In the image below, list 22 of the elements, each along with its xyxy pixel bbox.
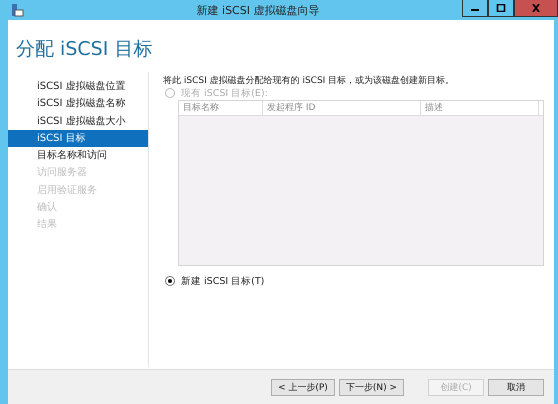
- wizard-button[interactable]: 下一步(N) >: [338, 378, 404, 396]
- wizard-step[interactable]: iSCSI 目标: [8, 130, 148, 148]
- column-header[interactable]: 描述: [421, 101, 539, 115]
- wizard-step[interactable]: iSCSI 虚拟磁盘名称: [8, 95, 148, 113]
- wizard-button[interactable]: < 上一步(P): [270, 378, 335, 396]
- close-icon: [531, 4, 541, 12]
- maximize-icon: [496, 4, 506, 12]
- close-button[interactable]: [514, 0, 558, 17]
- wizard-button[interactable]: 取消: [488, 378, 544, 396]
- wizard-step[interactable]: 目标名称和访问: [8, 147, 148, 164]
- page-title: 分配 iSCSI 目标: [15, 37, 154, 62]
- wizard-step[interactable]: iSCSI 虚拟磁盘大小: [8, 112, 148, 130]
- window-title: 新建 iSCSI 虚拟磁盘向导: [196, 2, 320, 18]
- maximize-button[interactable]: [488, 0, 514, 17]
- column-header[interactable]: 发起程序 ID: [263, 101, 421, 115]
- radio-button[interactable]: [165, 276, 175, 286]
- column-header[interactable]: 目标名称: [179, 101, 263, 115]
- server-icon: [10, 3, 24, 17]
- minimize-button[interactable]: [462, 0, 488, 17]
- wizard-step[interactable]: iSCSI 虚拟磁盘位置: [8, 78, 148, 96]
- instruction-text: 将此 iSCSI 虚拟磁盘分配给现有的 iSCSI 目标，或为该磁盘创建新目标。: [163, 74, 456, 86]
- radio-label[interactable]: 新建 iSCSI 目标(T): [181, 274, 264, 288]
